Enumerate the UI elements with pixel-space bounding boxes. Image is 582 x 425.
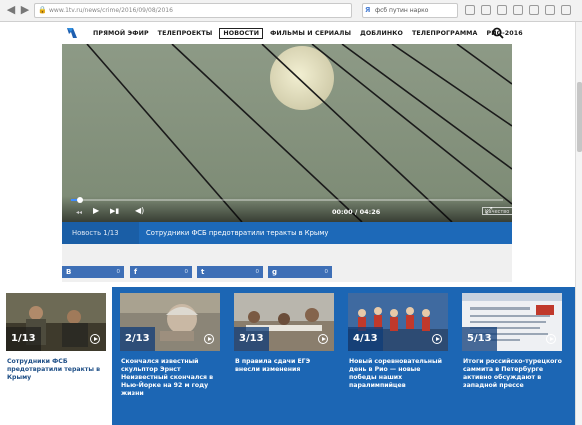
share-count: 0 bbox=[116, 269, 121, 275]
addon-icon[interactable] bbox=[545, 5, 555, 15]
url-bar[interactable]: 🔒 www.1tv.ru/news/crime/2016/09/08/2016 bbox=[34, 3, 352, 18]
progress-handle[interactable] bbox=[76, 197, 83, 203]
news-card-3[interactable]: 3/13 В правила сдачи ЕГЭ внесли изменени… bbox=[228, 287, 340, 425]
news-card-number: 2/13 bbox=[120, 327, 155, 351]
nav-item-schedule[interactable]: ТЕЛЕПРОГРАММА bbox=[410, 29, 480, 38]
news-counter: Новость 1/13 bbox=[62, 222, 139, 244]
nav-item-doblinko[interactable]: ДОБЛИНКО bbox=[358, 29, 405, 38]
lock-icon: 🔒 bbox=[38, 6, 47, 14]
next-icon[interactable]: ▶▮ bbox=[110, 206, 119, 216]
nav-item-live[interactable]: ПРЯМОЙ ЭФИР bbox=[91, 29, 151, 38]
news-card-1[interactable]: 1/13 Сотрудники ФСБ предотвратили теракт… bbox=[0, 287, 112, 425]
channel-one-logo-icon[interactable] bbox=[64, 25, 80, 41]
play-icon[interactable]: ▶ bbox=[93, 206, 99, 216]
search-engine-icon: Я bbox=[365, 6, 371, 14]
news-card-title[interactable]: Сотрудники ФСБ предотвратили теракты в К… bbox=[7, 358, 107, 382]
share-twitter-button[interactable]: t 0 bbox=[197, 266, 263, 278]
vk-icon: В bbox=[66, 268, 72, 276]
news-card-4[interactable]: 4/13 Новый соревновательный день в Рио —… bbox=[342, 287, 454, 425]
news-card-number: 4/13 bbox=[348, 327, 383, 351]
play-circle-icon[interactable] bbox=[432, 334, 442, 344]
browser-search-text: фсб путин нарко bbox=[375, 7, 429, 14]
news-card-number: 1/13 bbox=[6, 327, 41, 351]
news-carousel: 1/13 Сотрудники ФСБ предотвратили теракт… bbox=[0, 287, 582, 425]
play-circle-icon[interactable] bbox=[546, 334, 556, 344]
nav-item-news[interactable]: НОВОСТИ bbox=[219, 27, 264, 39]
news-card-title[interactable]: Новый соревновательный день в Рио — новы… bbox=[349, 358, 449, 390]
nav-item-rio[interactable]: РИО-2016 bbox=[485, 29, 525, 38]
share-vk-button[interactable]: В 0 bbox=[62, 266, 124, 278]
news-card-title[interactable]: Скончался известный скульптор Эрнст Неиз… bbox=[121, 358, 221, 398]
download-icon[interactable] bbox=[497, 5, 507, 15]
share-count: 0 bbox=[324, 269, 329, 275]
share-count: 0 bbox=[255, 269, 260, 275]
play-circle-icon[interactable] bbox=[90, 334, 100, 344]
page-scrollbar[interactable] bbox=[575, 22, 582, 425]
news-card-title[interactable]: Итоги российско-турецкого саммита в Пете… bbox=[463, 358, 563, 390]
play-circle-icon[interactable] bbox=[204, 334, 214, 344]
bookmarks-icon[interactable] bbox=[481, 5, 491, 15]
site-header: ПРЯМОЙ ЭФИР ТЕЛЕПРОЕКТЫ НОВОСТИ ФИЛЬМЫ И… bbox=[0, 22, 582, 44]
progress-bar[interactable] bbox=[71, 197, 503, 203]
video-time: 00:00 / 04:26 bbox=[332, 208, 381, 216]
scrollbar-thumb[interactable] bbox=[577, 82, 582, 152]
twitter-icon: t bbox=[201, 268, 205, 276]
back-icon[interactable]: ◀ bbox=[4, 3, 18, 17]
search-icon[interactable] bbox=[492, 27, 504, 39]
volume-icon[interactable]: ◀) bbox=[135, 206, 144, 216]
browser-toolbar: ◀ ▶ 🔒 www.1tv.ru/news/crime/2016/09/08/2… bbox=[0, 0, 582, 22]
news-card-5[interactable]: 5/13 Итоги российско-турецкого саммита в… bbox=[456, 287, 568, 425]
news-card-2[interactable]: 2/13 Скончался известный скульптор Эрнст… bbox=[114, 287, 226, 425]
news-card-number: 3/13 bbox=[234, 327, 269, 351]
url-text: www.1tv.ru/news/crime/2016/09/08/2016 bbox=[49, 7, 173, 14]
home-icon[interactable] bbox=[513, 5, 523, 15]
play-circle-icon[interactable] bbox=[318, 334, 328, 344]
nav-item-projects[interactable]: ТЕЛЕПРОЕКТЫ bbox=[156, 29, 215, 38]
news-card-title[interactable]: В правила сдачи ЕГЭ внесли изменения bbox=[235, 358, 335, 374]
news-headline: Сотрудники ФСБ предотвратили теракты в К… bbox=[146, 229, 329, 237]
forward-icon[interactable]: ▶ bbox=[18, 3, 32, 17]
share-count: 0 bbox=[184, 269, 189, 275]
share-icon[interactable] bbox=[529, 5, 539, 15]
main-nav: ПРЯМОЙ ЭФИР ТЕЛЕПРОЕКТЫ НОВОСТИ ФИЛЬМЫ И… bbox=[91, 22, 530, 44]
star-icon[interactable] bbox=[465, 5, 475, 15]
news-card-number: 5/13 bbox=[462, 327, 497, 351]
player-controls: ◂◂ ▶ ▶▮ ◀) 00:00 / 04:26 Качество ⤢ bbox=[62, 196, 526, 222]
google-plus-icon: g bbox=[272, 268, 278, 276]
fullscreen-icon[interactable]: ⤢ bbox=[485, 206, 492, 216]
share-facebook-button[interactable]: f 0 bbox=[130, 266, 192, 278]
menu-icon[interactable] bbox=[561, 5, 571, 15]
rewind-label[interactable]: ◂◂ bbox=[76, 208, 82, 218]
share-google-button[interactable]: g 0 bbox=[268, 266, 332, 278]
news-caption-bar: Новость 1/13 Сотрудники ФСБ предотвратил… bbox=[62, 222, 512, 244]
browser-search-input[interactable]: Я фсб путин нарко bbox=[362, 3, 458, 18]
nav-item-films[interactable]: ФИЛЬМЫ И СЕРИАЛЫ bbox=[268, 29, 353, 38]
facebook-icon: f bbox=[134, 268, 138, 276]
